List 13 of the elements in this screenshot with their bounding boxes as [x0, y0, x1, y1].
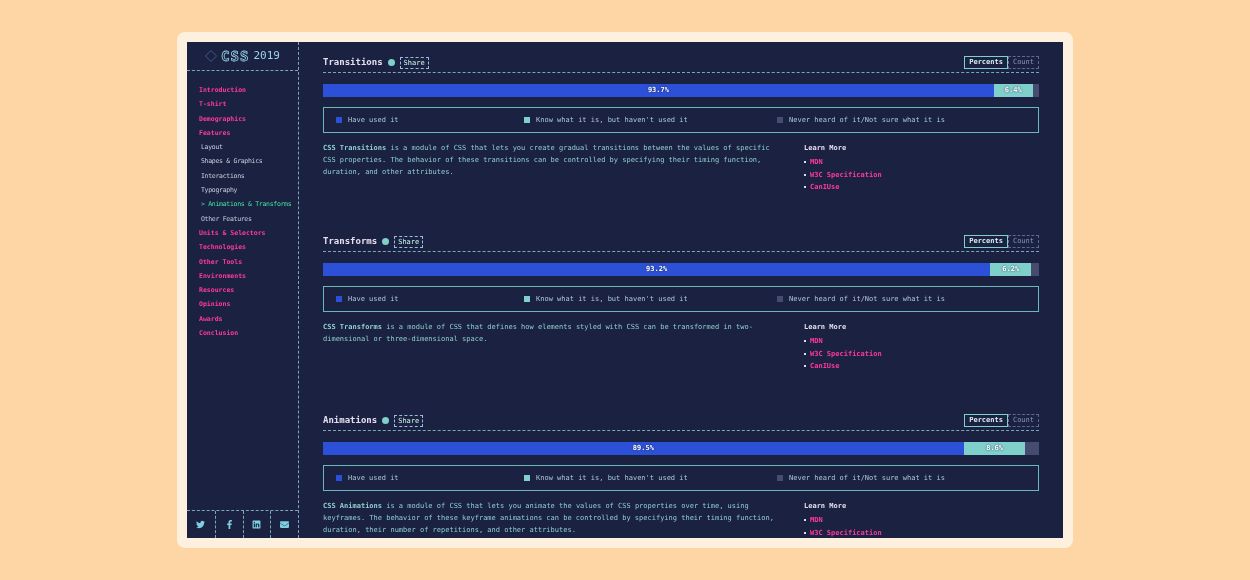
section-title: Transitions	[323, 55, 383, 69]
logo-year: 2019	[253, 47, 280, 64]
twitter-icon[interactable]	[196, 520, 206, 529]
section-title: Animations	[323, 413, 378, 427]
dot-icon	[382, 238, 390, 245]
diamond-logo-icon	[205, 50, 218, 62]
linkedin-icon[interactable]	[252, 520, 262, 529]
logo-mark: CSS	[221, 46, 250, 66]
section-title: Transforms	[323, 234, 378, 248]
dot-icon	[387, 59, 395, 66]
facebook-icon[interactable]	[224, 520, 234, 529]
dot-icon	[382, 417, 390, 424]
mail-icon[interactable]	[280, 520, 290, 529]
